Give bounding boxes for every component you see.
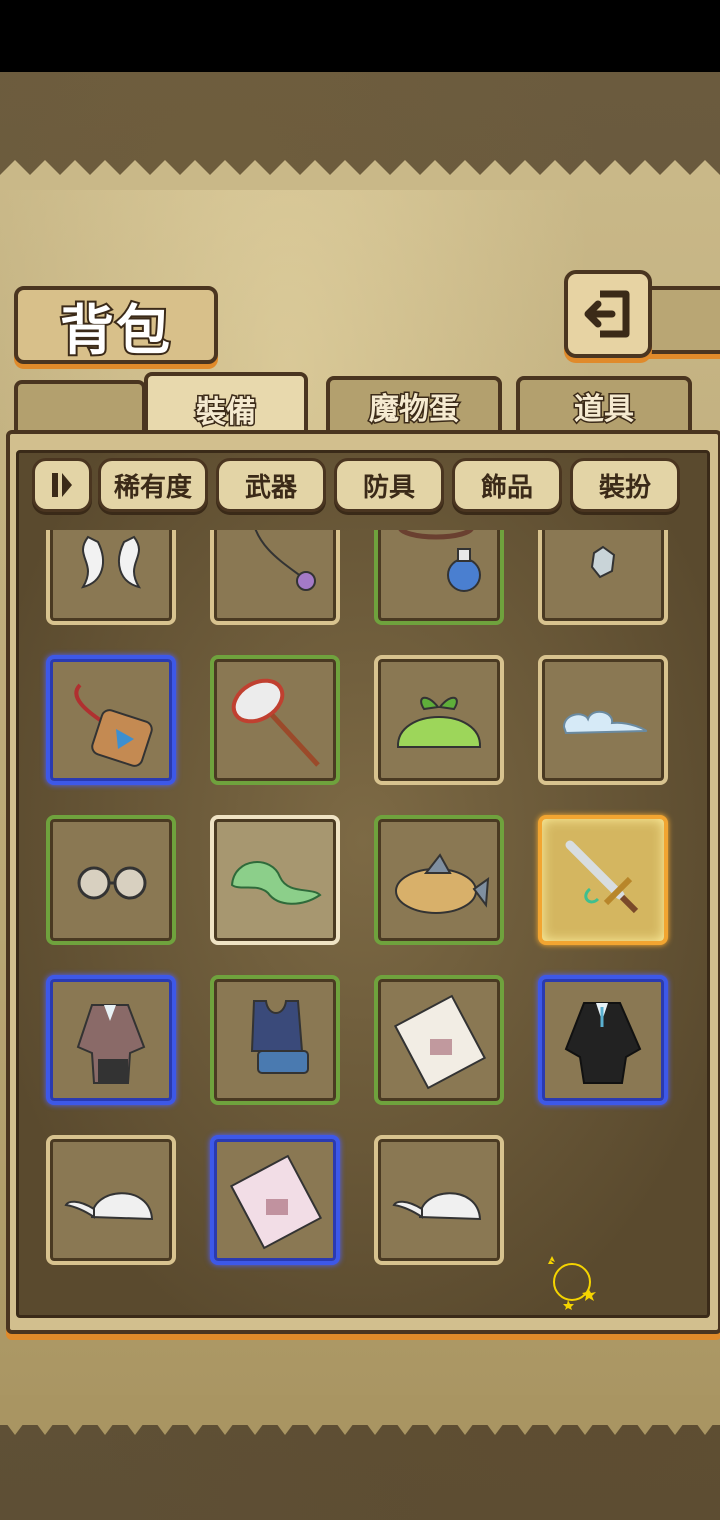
- filter-costume[interactable]: 裝扮: [570, 458, 680, 512]
- fish-pie-icon: [395, 853, 490, 914]
- cloud-icon: [562, 710, 648, 735]
- inventory-slot[interactable]: [538, 975, 668, 1105]
- torn-edge-bottom: [0, 1395, 720, 1435]
- cursed-book-pink-icon: [229, 1154, 323, 1250]
- inventory-slot[interactable]: [210, 1135, 340, 1265]
- inventory-slot[interactable]: [374, 1135, 504, 1265]
- inventory-slot[interactable]: [374, 975, 504, 1105]
- inventory-slot[interactable]: [46, 1135, 176, 1265]
- inventory-slot[interactable]: [374, 815, 504, 945]
- inventory-grid: [30, 530, 690, 1310]
- page-title: 背包: [58, 297, 172, 364]
- horns-icon: [80, 535, 142, 589]
- filter-armor[interactable]: 防具: [334, 458, 444, 512]
- inventory-slot[interactable]: [210, 975, 340, 1105]
- filter-weapon[interactable]: 武器: [216, 458, 326, 512]
- black-suit-icon: [564, 1002, 642, 1084]
- inventory-slot[interactable]: [538, 530, 668, 625]
- inventory-slot[interactable]: [538, 655, 668, 785]
- tab-items[interactable]: 道具: [516, 376, 692, 432]
- female-suit-icon: [76, 1004, 146, 1084]
- tab-monster-eggs[interactable]: 魔物蛋: [326, 376, 502, 432]
- torn-edge-top: [0, 160, 720, 190]
- inventory-slot[interactable]: [46, 655, 176, 785]
- filter-accessory[interactable]: 飾品: [452, 458, 562, 512]
- status-bar: [0, 0, 720, 72]
- inventory-slot[interactable]: [374, 530, 504, 625]
- sparkle-ring-icon: [548, 1256, 596, 1310]
- green-slime-hat-icon: [396, 696, 482, 748]
- cursed-book-icon: [393, 994, 487, 1090]
- green-tail-icon: [230, 861, 322, 905]
- inventory-slot[interactable]: [46, 975, 176, 1105]
- magic-sword-icon: [565, 840, 639, 914]
- school-cap-icon: [392, 1192, 482, 1221]
- inventory-slot[interactable]: [210, 530, 340, 625]
- swimsuit-icon: [250, 1000, 309, 1074]
- back-button[interactable]: [564, 270, 652, 358]
- page-title-plate: 背包: [14, 286, 218, 364]
- inventory-slot[interactable]: [210, 815, 340, 945]
- pause-icon: [52, 473, 72, 497]
- inventory-slot[interactable]: [210, 655, 340, 785]
- inventory-slot[interactable]: [374, 655, 504, 785]
- round-glasses-icon: [77, 866, 147, 900]
- school-cap-icon: [64, 1192, 154, 1221]
- crystal-shard-icon: [590, 545, 616, 579]
- bug-net-icon: [231, 678, 320, 767]
- spiky-ball-string-icon: [254, 530, 316, 591]
- potion-necklace-icon: [398, 530, 481, 592]
- tab-blank: [14, 380, 146, 436]
- charm-pendant-icon: [74, 683, 153, 767]
- filter-rarity[interactable]: 稀有度: [98, 458, 208, 512]
- filter-toggle-button[interactable]: [32, 458, 92, 512]
- back-button-rail: [640, 286, 720, 354]
- inventory-slot[interactable]: [46, 815, 176, 945]
- inventory-slot[interactable]: [46, 530, 176, 625]
- return-arrow-icon: [584, 290, 630, 338]
- inventory-slot[interactable]: [538, 815, 668, 945]
